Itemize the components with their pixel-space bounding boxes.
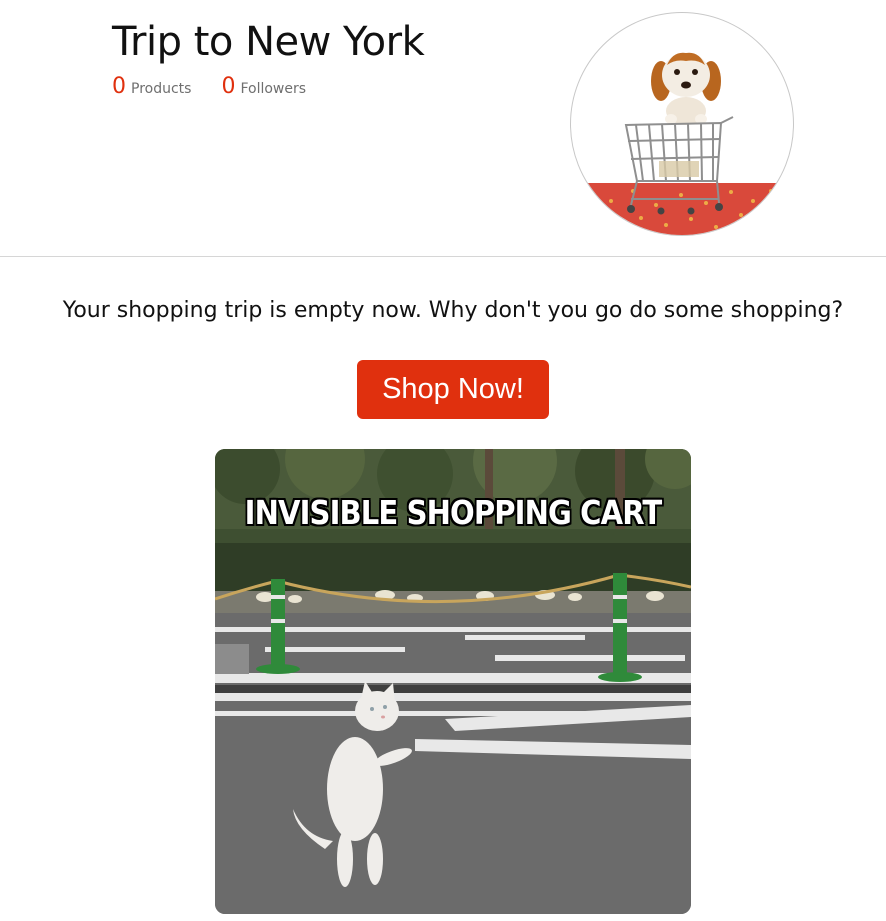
products-stat[interactable]: 0 Products [112, 74, 191, 99]
empty-trip-message: Your shopping trip is empty now. Why don… [62, 298, 844, 323]
followers-stat[interactable]: 0 Followers [221, 74, 306, 99]
products-label: Products [131, 81, 192, 97]
shop-now-button[interactable]: Shop Now! [357, 360, 549, 419]
meme-image: INVISIBLE SHOPPING CART [215, 449, 691, 914]
trip-stats: 0 Products 0 Followers [112, 74, 306, 99]
followers-count: 0 [221, 74, 236, 99]
puppy-cart-icon [571, 52, 793, 235]
followers-label: Followers [240, 81, 307, 97]
trip-avatar [570, 12, 794, 236]
products-count: 0 [112, 74, 126, 99]
trip-header: Trip to New York 0 Products 0 Followers [0, 0, 886, 256]
header-divider [0, 256, 886, 257]
meme-caption: INVISIBLE SHOPPING CART [244, 493, 663, 532]
trip-title: Trip to New York [112, 19, 425, 65]
